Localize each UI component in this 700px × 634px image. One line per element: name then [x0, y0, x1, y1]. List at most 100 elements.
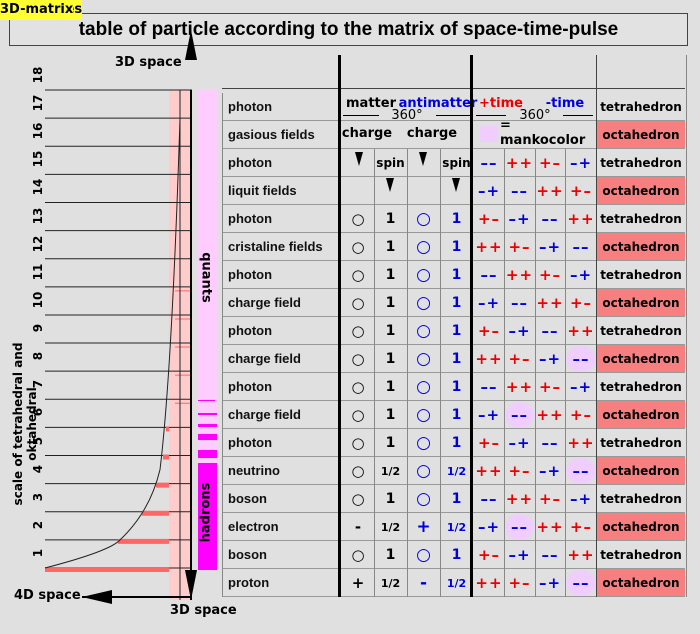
antimatter-spin: 1 — [451, 267, 462, 283]
antimatter-charge: ○ — [416, 405, 431, 425]
antimatter-charge: ○ — [416, 293, 431, 313]
col-divider — [374, 149, 375, 597]
new-value-cell: ++ — [536, 294, 564, 312]
level-bar — [163, 454, 169, 460]
new-value-cell: ++ — [475, 350, 503, 368]
row-divider — [222, 148, 685, 149]
new-value-cell: –+ — [508, 546, 531, 564]
new-value-cell: +– — [508, 238, 531, 256]
matrix-cell: tetrahedron — [600, 548, 682, 562]
matrix-header: 3D-matrix — [0, 0, 74, 20]
new-value-cell: +– — [569, 294, 593, 312]
level-bar — [45, 567, 169, 572]
quant-bar — [198, 413, 217, 415]
matter-spin: 1/2 — [380, 576, 401, 590]
matrix-cell: tetrahedron — [600, 492, 682, 506]
tick-label: 12 — [31, 235, 45, 253]
particle-name: neutrino — [222, 457, 339, 485]
matter-charge: ○ — [351, 378, 365, 396]
mankocolor-legend: = mankocolor — [500, 118, 586, 148]
thick-divider — [338, 55, 341, 597]
down-arrow-icon — [419, 152, 427, 166]
new-value-cell: +– — [508, 462, 531, 480]
new-value-cell: –– — [541, 546, 559, 564]
antimatter-charge: + — [416, 517, 431, 537]
new-value-cell: ++ — [475, 574, 503, 592]
antimatter-spin: 1/2 — [446, 576, 467, 590]
tick-label: 11 — [31, 263, 45, 281]
down-arrow-icon — [386, 178, 394, 192]
matrix-cell: octahedron — [597, 289, 685, 317]
antimatter-spin: 1 — [451, 435, 462, 451]
new-value-cell: –– — [511, 294, 528, 312]
new-value-cell: ++ — [505, 378, 534, 396]
col-divider — [686, 55, 687, 597]
quant-bar — [198, 400, 215, 401]
particle-name: photon — [222, 205, 339, 233]
matter-spin: 1 — [385, 379, 396, 395]
new-value-cell: +– — [508, 350, 531, 368]
matter-charge: ○ — [351, 350, 365, 368]
matter-charge: ○ — [351, 210, 365, 228]
new-value-cell: –– — [511, 182, 528, 200]
quants-label: quants — [198, 252, 214, 303]
new-value-cell: –+ — [508, 322, 531, 340]
new-value-cell: ++ — [536, 406, 564, 424]
antimatter-spin: 1 — [451, 491, 462, 507]
quant-bar — [198, 434, 217, 440]
bottom-3d-space-label: 3D space — [170, 603, 237, 618]
down-arrow-icon — [452, 178, 460, 192]
antimatter-spin: 1 — [451, 351, 462, 367]
new-value-cell: –– — [480, 266, 498, 284]
quant-bar — [198, 450, 217, 458]
new-value-cell: ++ — [505, 154, 534, 172]
matrix-cell: tetrahedron — [600, 100, 682, 114]
new-value-cell: –+ — [569, 490, 593, 508]
row-divider — [222, 400, 685, 401]
quant-bar — [198, 424, 217, 427]
row-divider — [222, 204, 685, 205]
arrow-line — [343, 115, 379, 116]
mankocolor-swatch — [480, 126, 498, 142]
new-value-cell: –+ — [569, 154, 593, 172]
matter-charge: - — [354, 518, 362, 536]
antimatter-charge: ○ — [416, 461, 431, 481]
left-arrow-icon — [82, 590, 112, 604]
antimatter-spin: 1 — [451, 323, 462, 339]
particle-name: photon — [222, 429, 339, 457]
tick-label: 10 — [31, 291, 45, 309]
matrix-cell: octahedron — [597, 513, 685, 541]
new-value-cell: +– — [477, 322, 501, 340]
tick-label: 14 — [31, 179, 45, 196]
matter-charge: ○ — [351, 322, 365, 340]
matter-spin: 1 — [385, 295, 396, 311]
new-value-cell: +– — [477, 546, 501, 564]
level-bar — [166, 426, 169, 432]
charge-label: charge — [341, 125, 393, 141]
arrow-line — [476, 115, 506, 116]
header-divider — [222, 88, 685, 89]
new-value-cell: –+ — [538, 462, 562, 480]
antimatter-spin-label: spin — [442, 156, 471, 170]
matter-spin: 1 — [385, 491, 396, 507]
particle-name: photon — [222, 93, 339, 121]
matrix-cell: octahedron — [597, 177, 685, 205]
new-value-cell: –– — [480, 490, 498, 508]
thick-divider — [470, 55, 473, 597]
particle-name: cristaline fields — [222, 233, 339, 261]
new-value-cell: ++ — [475, 238, 503, 256]
particle-name: photon — [222, 261, 339, 289]
new-value-cell: +– — [538, 378, 562, 396]
matter-charge: ○ — [351, 490, 365, 508]
antimatter-charge: ○ — [416, 321, 431, 341]
row-divider — [222, 372, 685, 373]
new-value-cell: –– — [541, 210, 559, 228]
new-value-cell: +– — [569, 518, 593, 536]
new-value-cell: ++ — [567, 322, 595, 340]
new-value-cell: +– — [477, 434, 501, 452]
hadrons-label: hadrons — [198, 482, 214, 543]
antimatter-charge: ○ — [416, 349, 431, 369]
new-value-cell: –+ — [508, 434, 531, 452]
matter-charge: ○ — [351, 266, 365, 284]
matter-charge: ○ — [351, 434, 365, 452]
